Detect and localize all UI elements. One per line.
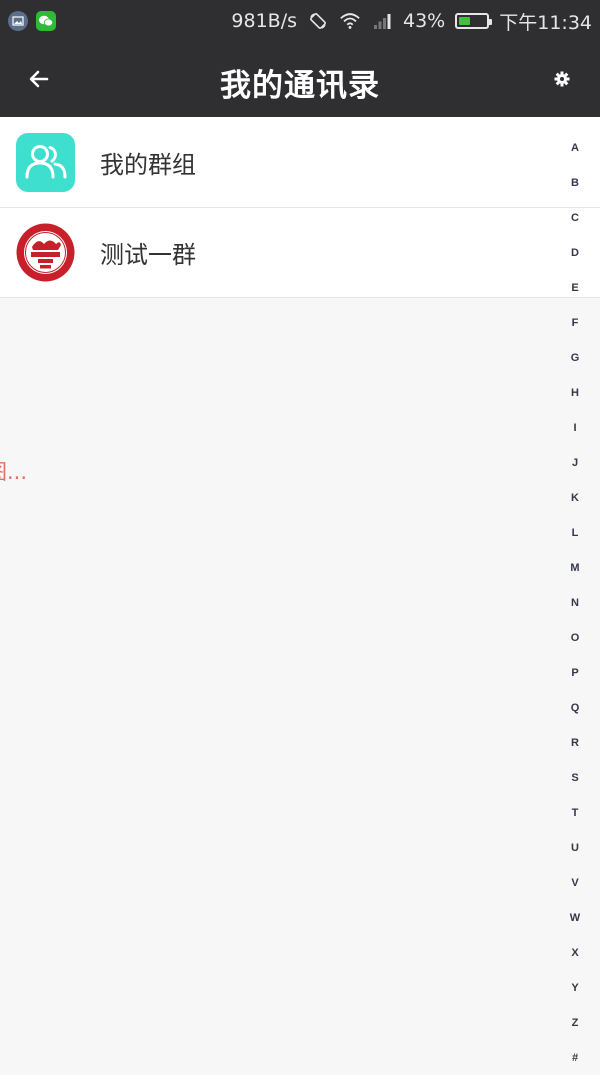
index-letter-s[interactable]: S: [550, 760, 600, 795]
alphabet-index[interactable]: A B C D E F G H I J K L M N O P Q R S T U V W X Y Z #: [550, 130, 600, 1075]
index-letter-w[interactable]: W: [550, 900, 600, 935]
index-letter-g[interactable]: G: [550, 340, 600, 375]
index-letter-a[interactable]: A: [550, 130, 600, 165]
index-letter-f[interactable]: F: [550, 305, 600, 340]
list-item-label: 测试一群: [100, 241, 196, 269]
index-letter-l[interactable]: L: [550, 515, 600, 550]
gear-icon: [554, 71, 570, 87]
org-logo-icon: [16, 223, 75, 282]
index-letter-d[interactable]: D: [550, 235, 600, 270]
battery-icon: [455, 13, 493, 29]
battery-percent: 43%: [403, 10, 446, 32]
index-letter-i[interactable]: I: [550, 410, 600, 445]
index-letter-r[interactable]: R: [550, 725, 600, 760]
gallery-icon: [8, 11, 28, 31]
index-letter-m[interactable]: M: [550, 550, 600, 585]
index-letter-p[interactable]: P: [550, 655, 600, 690]
index-letter-k[interactable]: K: [550, 480, 600, 515]
wifi-icon: [339, 11, 361, 31]
index-letter-v[interactable]: V: [550, 865, 600, 900]
index-letter-u[interactable]: U: [550, 830, 600, 865]
index-letter-e[interactable]: E: [550, 270, 600, 305]
network-speed: 981B/s: [231, 10, 297, 32]
index-letter-hash[interactable]: #: [550, 1040, 600, 1075]
list-item-my-groups[interactable]: 我的群组: [0, 117, 600, 208]
rotate-icon: [307, 11, 329, 31]
index-letter-b[interactable]: B: [550, 165, 600, 200]
index-letter-t[interactable]: T: [550, 795, 600, 830]
notification-icons: [8, 11, 56, 31]
index-letter-h[interactable]: H: [550, 375, 600, 410]
loading-text: 图...: [0, 460, 28, 484]
contact-list: 我的群组 测试一群: [0, 117, 600, 298]
status-bar: 981B/s 43% 下午11:34: [0, 0, 600, 42]
list-item-test-group[interactable]: 测试一群: [0, 208, 600, 298]
page-title: 我的通讯录: [220, 68, 380, 104]
index-letter-o[interactable]: O: [550, 620, 600, 655]
app-bar: 我的通讯录: [0, 42, 600, 117]
list-item-label: 我的群组: [100, 150, 196, 179]
index-letter-q[interactable]: Q: [550, 690, 600, 725]
wechat-icon: [36, 11, 56, 31]
group-icon: [16, 132, 75, 192]
battery-level-fill: [459, 17, 471, 25]
index-letter-z[interactable]: Z: [550, 1005, 600, 1040]
index-letter-c[interactable]: C: [550, 200, 600, 235]
index-letter-j[interactable]: J: [550, 445, 600, 480]
index-letter-x[interactable]: X: [550, 935, 600, 970]
signal-icon: [371, 11, 393, 31]
settings-button[interactable]: [550, 66, 574, 92]
index-letter-n[interactable]: N: [550, 585, 600, 620]
clock: 下午11:34: [499, 11, 592, 34]
index-letter-y[interactable]: Y: [550, 970, 600, 1005]
